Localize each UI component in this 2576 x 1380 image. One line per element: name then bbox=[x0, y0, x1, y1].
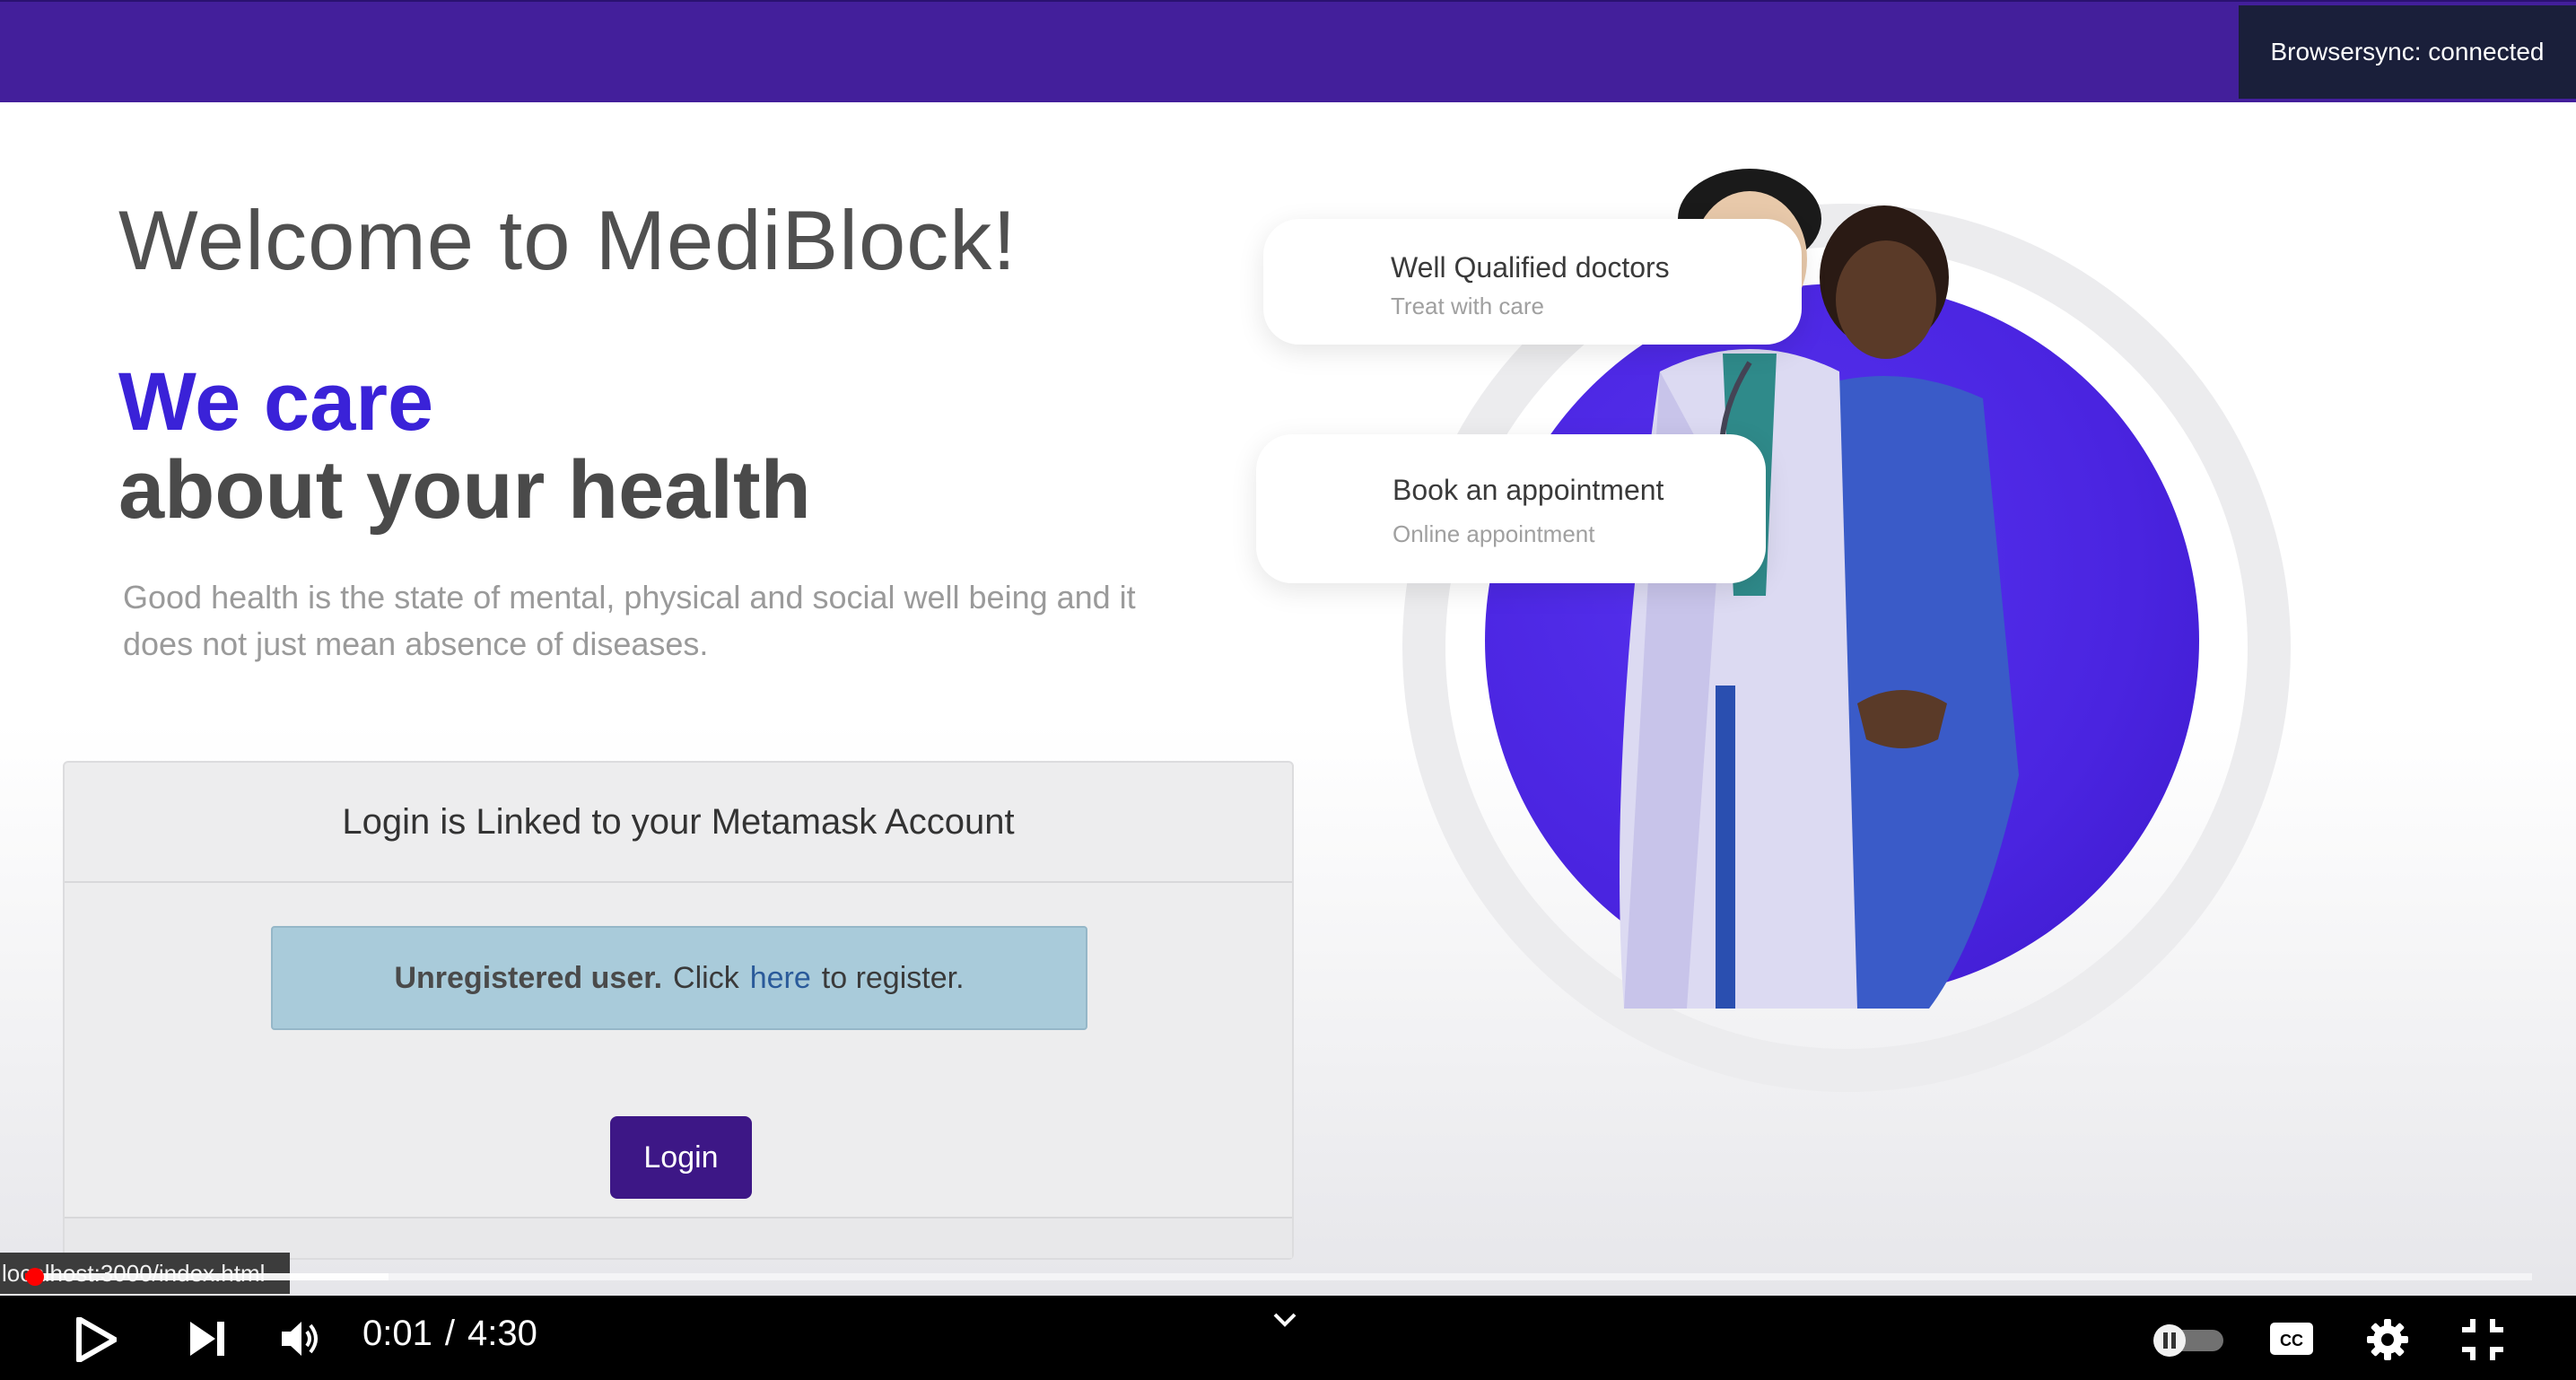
settings-icon[interactable] bbox=[2365, 1317, 2410, 1362]
current-time: 0:01 bbox=[362, 1314, 432, 1353]
chevron-down-icon[interactable] bbox=[1272, 1312, 1297, 1328]
time-display: 0:01 / 4:30 bbox=[362, 1314, 537, 1354]
duration: 4:30 bbox=[467, 1314, 537, 1353]
register-link[interactable]: here bbox=[750, 961, 811, 996]
autoplay-toggle-icon[interactable] bbox=[2150, 1323, 2225, 1357]
time-separator: / bbox=[444, 1314, 455, 1353]
alert-bold-text: Unregistered user. bbox=[394, 960, 663, 995]
alert-text-before: Click bbox=[673, 960, 739, 995]
hero-description: Good health is the state of mental, phys… bbox=[123, 579, 1136, 662]
book-appointment-card: Book an appointment Online appointment bbox=[1256, 434, 1766, 583]
top-nav-bar: Browsersync: connected bbox=[0, 0, 2576, 102]
volume-icon[interactable] bbox=[280, 1319, 325, 1358]
login-card: Login is Linked to your Metamask Account… bbox=[63, 761, 1294, 1260]
exit-fullscreen-icon[interactable] bbox=[2460, 1317, 2505, 1362]
progress-buffered bbox=[25, 1273, 389, 1280]
svg-text:CC: CC bbox=[2280, 1332, 2303, 1349]
book-appointment-subtitle: Online appointment bbox=[1393, 520, 1595, 547]
captions-icon[interactable]: CC bbox=[2268, 1321, 2315, 1357]
qualified-doctors-title: Well Qualified doctors bbox=[1391, 251, 1670, 284]
login-button[interactable]: Login bbox=[610, 1116, 752, 1199]
next-icon[interactable] bbox=[188, 1320, 228, 1358]
qualified-doctors-card: Well Qualified doctors Treat with care bbox=[1263, 219, 1802, 345]
book-appointment-title: Book an appointment bbox=[1393, 474, 1664, 506]
health-heading: about your health bbox=[118, 444, 811, 536]
browsersync-notice: Browsersync: connected bbox=[2239, 5, 2576, 99]
welcome-heading: Welcome to MediBlock! bbox=[118, 193, 1017, 287]
video-controls: 0:01 / 4:30 CC bbox=[0, 1296, 2576, 1380]
login-card-header: Login is Linked to your Metamask Account bbox=[65, 763, 1292, 883]
play-icon[interactable] bbox=[75, 1317, 117, 1362]
video-progress-bar[interactable] bbox=[25, 1268, 2532, 1286]
unregistered-alert: Unregistered user. Click here to registe… bbox=[271, 926, 1087, 1030]
alert-text-after: to register. bbox=[821, 960, 965, 995]
main-content: Welcome to MediBlock! We care about your… bbox=[0, 102, 2576, 1296]
qualified-doctors-subtitle: Treat with care bbox=[1391, 293, 1544, 319]
care-heading: We care bbox=[118, 356, 434, 448]
